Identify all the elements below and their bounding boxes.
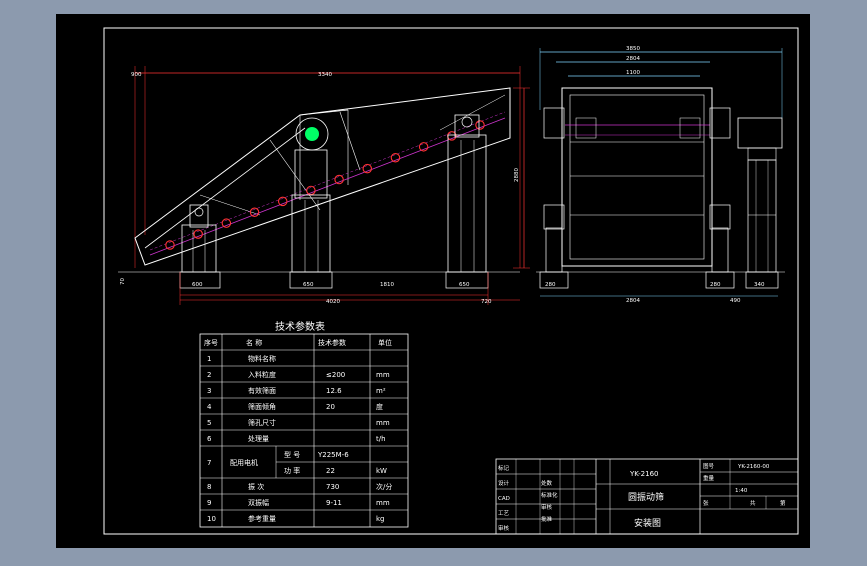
dim-text: 70 (120, 278, 126, 285)
table-cell-no: 9 (207, 499, 211, 507)
dim-text: 720 (481, 299, 492, 305)
title-label: 重量 (703, 474, 715, 482)
dim-text: 1810 (380, 282, 394, 288)
exciter-shaft (305, 127, 319, 141)
table-cell-name: 物料名称 (248, 354, 276, 363)
dim-text: 650 (459, 282, 470, 288)
table-cell-no: 1 (207, 355, 211, 363)
table-cell-value: ≤200 (326, 371, 345, 379)
dim-text: 280 (710, 282, 721, 288)
table-cell-value: 12.6 (326, 387, 342, 395)
table-cell-name: 筛孔尺寸 (248, 418, 276, 427)
table-cell-no: 6 (207, 435, 212, 443)
dim-text: 650 (303, 282, 314, 288)
title-block-label: 设计 (498, 479, 510, 487)
table-cell-unit: 次/分 (376, 482, 392, 491)
title-drawing: 安装图 (634, 517, 661, 529)
title-block-label: 处数 (541, 479, 553, 487)
table-cell-value: 730 (326, 483, 339, 491)
dim-text: 3340 (318, 72, 332, 78)
table-cell-unit: mm (376, 419, 390, 427)
table-cell-sublabel: 型 号 (284, 450, 300, 459)
table-cell-no: 4 (207, 403, 212, 411)
table-cell-name: 筛面倾角 (248, 402, 276, 411)
title-block-label: 批准 (541, 515, 553, 523)
title-label: 共 (750, 499, 756, 507)
table-cell-sublabel: 功 率 (284, 466, 300, 475)
dim-text: 490 (730, 298, 741, 304)
dim-text: 2804 (626, 298, 640, 304)
table-cell-unit: kW (376, 467, 387, 475)
table-cell-unit: mm (376, 499, 390, 507)
table-cell-name: 振 次 (248, 482, 264, 491)
title-block-label: 工艺 (498, 510, 510, 517)
table-cell-value: 20 (326, 403, 335, 411)
title-label: 图号 (703, 462, 715, 470)
cad-drawing-viewport[interactable]: 900 3340 2880 600 650 1810 650 4020 720 … (0, 0, 867, 562)
dim-text: 4020 (326, 299, 340, 305)
table-cell-no: 10 (207, 515, 216, 523)
table-cell-name: 双振幅 (248, 498, 269, 507)
title-label: 张 (703, 499, 709, 507)
dim-text: 600 (192, 282, 203, 288)
table-cell-name: 有效筛面 (248, 386, 276, 395)
table-cell-value: 9-11 (326, 499, 342, 507)
table-cell-unit: m² (376, 387, 386, 395)
title-code: YK-2160-00 (737, 464, 770, 470)
title-scale: 1:40 (735, 488, 748, 494)
table-header: 单位 (378, 338, 392, 347)
dim-text: 280 (545, 282, 556, 288)
table-cell-name: 参考重量 (248, 514, 276, 523)
table-cell-name: 配用电机 (230, 458, 258, 467)
dim-text: 2880 (514, 168, 520, 182)
table-cell-no: 2 (207, 371, 211, 379)
table-cell-value: Y225M-6 (317, 451, 349, 459)
dim-text: 340 (754, 282, 765, 288)
table-cell-name: 处理量 (248, 434, 269, 443)
table-cell-unit: 度 (376, 402, 383, 411)
params-table-title: 技术参数表 (275, 320, 325, 333)
table-cell-no: 7 (207, 459, 211, 467)
table-cell-no: 5 (207, 419, 211, 427)
table-cell-unit: kg (376, 515, 385, 523)
table-cell-no: 3 (207, 387, 211, 395)
table-header: 技术参数 (318, 338, 346, 347)
table-cell-no: 8 (207, 483, 211, 491)
table-header: 序号 (204, 338, 218, 347)
title-model: YK-2160 (629, 470, 658, 478)
title-label: 第 (780, 499, 786, 507)
table-header: 名 称 (246, 338, 262, 347)
dim-text: 2804 (626, 56, 640, 62)
title-block-label: CAD (498, 496, 510, 502)
title-block-label: 标记 (498, 464, 510, 472)
title-block-label: 审核 (498, 524, 510, 532)
title-block-label: 标准化 (541, 491, 558, 499)
cad-canvas[interactable]: 900 3340 2880 600 650 1810 650 4020 720 … (0, 0, 867, 562)
table-cell-unit: t/h (376, 435, 386, 443)
dim-text: 900 (131, 72, 142, 78)
table-cell-name: 入料粒度 (248, 370, 276, 379)
dim-text: 3850 (626, 46, 640, 52)
dim-text: 1100 (626, 70, 640, 76)
title-name: 圆振动筛 (628, 491, 664, 503)
drawing-sheet (56, 14, 810, 548)
table-cell-unit: mm (376, 371, 390, 379)
title-block-label: 审核 (541, 503, 553, 511)
table-cell-value: 22 (326, 467, 335, 475)
